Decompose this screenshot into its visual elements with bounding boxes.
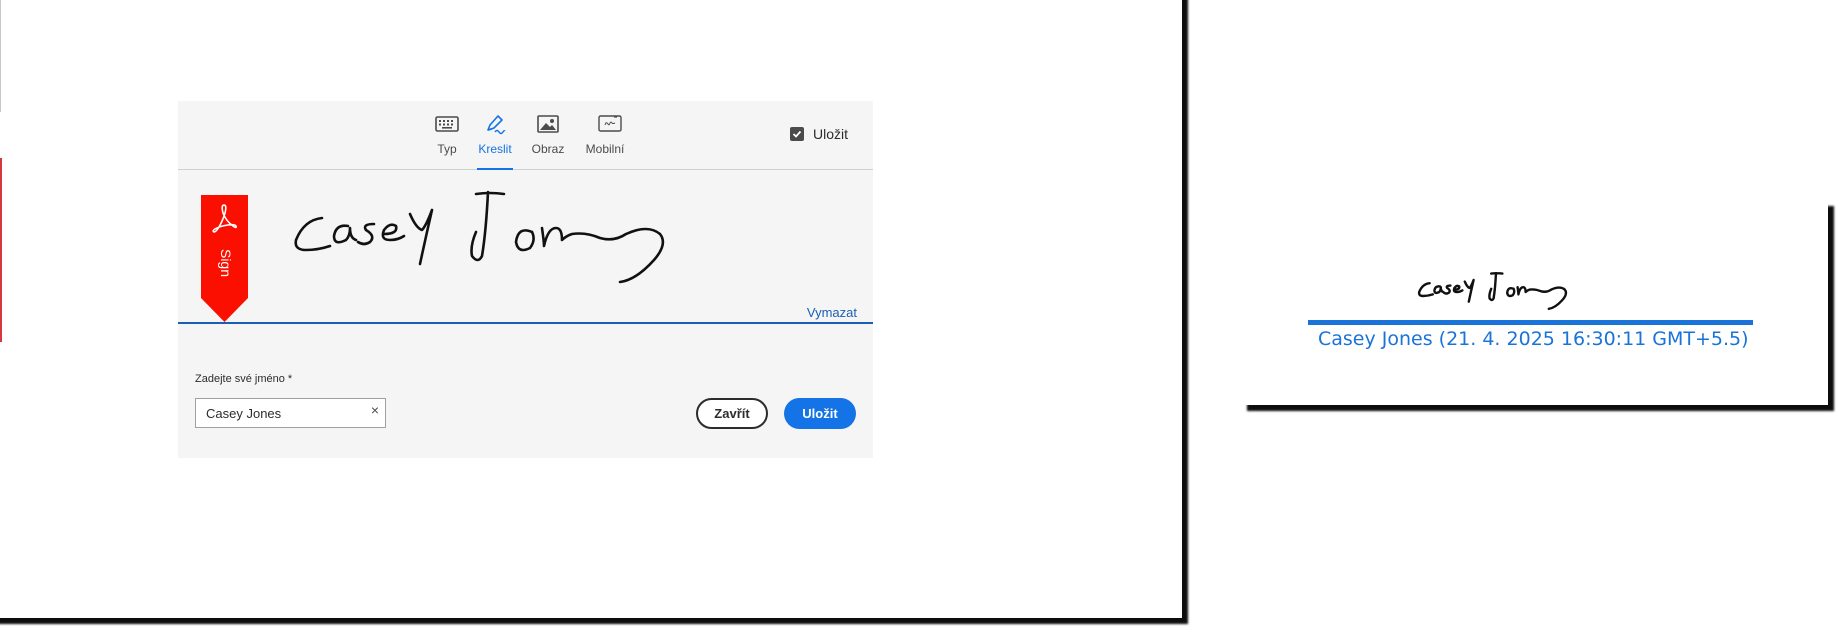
tab-mobilni[interactable]: Mobilní bbox=[583, 113, 627, 169]
pen-icon bbox=[487, 115, 506, 135]
save-button[interactable]: Uložit bbox=[784, 398, 856, 429]
tab-label: Typ bbox=[437, 142, 457, 156]
close-button[interactable]: Zavřít bbox=[696, 398, 768, 429]
clear-signature-link[interactable]: Vymazat bbox=[807, 305, 857, 320]
tab-label: Obraz bbox=[531, 142, 565, 156]
image-icon bbox=[537, 115, 559, 133]
tab-typ[interactable]: Typ bbox=[429, 113, 465, 169]
acrobat-sign-badge: Sign bbox=[201, 195, 248, 322]
signature-line bbox=[1308, 320, 1753, 325]
clear-input-icon[interactable]: × bbox=[371, 402, 379, 418]
save-checkbox-label: Uložit bbox=[813, 126, 849, 142]
name-field-label: Zadejte své jméno * bbox=[195, 373, 293, 385]
placed-signature-image bbox=[1417, 272, 1568, 310]
tab-kreslit[interactable]: Kreslit bbox=[477, 113, 513, 170]
left-edge-divider bbox=[0, 0, 1, 112]
save-signature-checkbox[interactable]: Uložit bbox=[790, 126, 848, 142]
left-edge-accent bbox=[0, 158, 2, 342]
sign-badge-text: Sign bbox=[218, 249, 234, 277]
signature-mode-tabs: Typ Kreslit Obraz Mobilní Uložit bbox=[178, 101, 873, 170]
name-field[interactable]: × bbox=[195, 398, 386, 428]
mobile-device-icon bbox=[597, 115, 622, 132]
signature-dialog: Typ Kreslit Obraz Mobilní Uložit Sign Vy… bbox=[178, 101, 873, 458]
checkmark-icon bbox=[792, 130, 802, 138]
drawn-signature bbox=[294, 190, 665, 284]
checkbox-checked-icon[interactable] bbox=[790, 127, 804, 141]
signature-caption: Casey Jones (21. 4. 2025 16:30:11 GMT+5.… bbox=[1318, 328, 1749, 350]
signature-draw-canvas[interactable]: Sign Vymazat bbox=[178, 170, 873, 324]
tab-label: Kreslit bbox=[478, 142, 512, 156]
tab-label: Mobilní bbox=[585, 142, 625, 156]
name-input[interactable] bbox=[206, 404, 356, 422]
tab-obraz[interactable]: Obraz bbox=[530, 113, 566, 169]
keyboard-icon bbox=[435, 116, 459, 132]
